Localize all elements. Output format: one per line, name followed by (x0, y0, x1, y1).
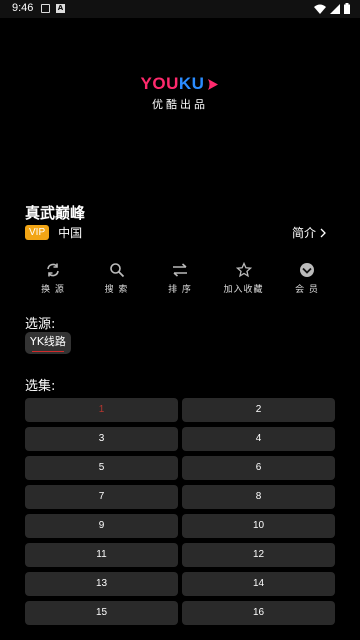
video-player[interactable]: YOU KU 优酷出品 (0, 18, 360, 198)
episode-button[interactable]: 1 (25, 398, 178, 422)
star-icon (235, 262, 252, 278)
source-section-label: 选源: (25, 317, 56, 332)
episode-button[interactable]: 2 (182, 398, 335, 422)
episode-button[interactable]: 3 (25, 427, 178, 451)
episode-button[interactable]: 7 (25, 485, 178, 509)
status-time: 9:46 (12, 2, 34, 14)
episode-button[interactable]: 4 (182, 427, 335, 451)
region-label: 中国 (58, 226, 83, 240)
action-label: 排 序 (168, 285, 192, 295)
action-label: 搜 索 (104, 285, 129, 295)
episode-button[interactable]: 16 (182, 601, 335, 625)
battery-icon (344, 3, 350, 14)
status-bar: 9:46 A (0, 0, 360, 18)
show-title: 真武巅峰 (25, 204, 86, 222)
sort-icon (173, 263, 187, 277)
intro-label: 简介 (291, 226, 316, 240)
action-label: 换 源 (41, 285, 65, 295)
source-option-yk[interactable]: YK线路 (25, 332, 71, 354)
play-logo-icon (208, 78, 219, 90)
vip-member-button[interactable]: 会 员 (276, 262, 338, 295)
vip-member-icon (300, 263, 314, 277)
selected-underline (32, 350, 64, 352)
youku-logo: YOU KU 优酷出品 (0, 74, 360, 112)
sort-button[interactable]: 排 序 (149, 262, 211, 295)
add-favorite-button[interactable]: 加入收藏 (213, 262, 275, 295)
episode-button[interactable]: 9 (25, 514, 178, 538)
logo-wordmark: YOU KU (141, 74, 220, 94)
search-icon (109, 263, 124, 278)
episode-button[interactable]: 11 (25, 543, 178, 567)
search-button[interactable]: 搜 索 (86, 262, 148, 295)
show-meta: VIP 中国 (25, 224, 82, 241)
episode-button[interactable]: 6 (182, 456, 335, 480)
action-label: 加入收藏 (223, 285, 264, 295)
episode-button[interactable]: 15 (25, 601, 178, 625)
refresh-icon (47, 263, 59, 277)
wifi-icon (314, 4, 326, 14)
switch-source-button[interactable]: 换 源 (22, 262, 84, 295)
episode-button[interactable]: 14 (182, 572, 335, 596)
action-bar: 换 源 搜 索 排 序 加入收藏 会 员 (22, 262, 338, 295)
image-icon (41, 4, 50, 13)
chevron-right-icon (320, 228, 326, 237)
episode-grid: 1 2 3 4 5 6 7 8 9 10 11 12 13 14 15 16 (25, 398, 335, 625)
episode-button[interactable]: 5 (25, 456, 178, 480)
logo-subtitle: 优酷出品 (152, 98, 208, 111)
vip-badge: VIP (25, 225, 50, 240)
source-option-label: YK线路 (30, 335, 66, 348)
episodes-section-label: 选集: (25, 379, 56, 394)
episode-button[interactable]: 8 (182, 485, 335, 509)
a-icon: A (56, 4, 65, 13)
intro-link[interactable]: 简介 (292, 224, 326, 241)
action-label: 会 员 (295, 285, 319, 295)
episode-button[interactable]: 10 (182, 514, 335, 538)
signal-icon (330, 3, 340, 14)
episode-button[interactable]: 13 (25, 572, 178, 596)
episode-button[interactable]: 12 (182, 543, 335, 567)
